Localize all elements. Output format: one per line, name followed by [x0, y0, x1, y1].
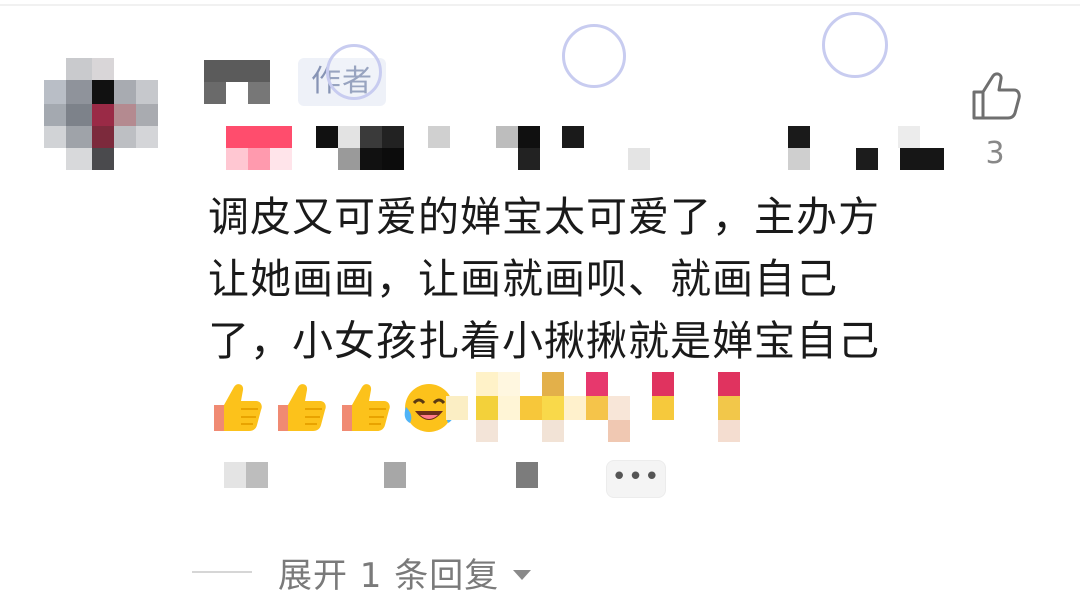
- emoji-row: [208, 378, 464, 438]
- avatar[interactable]: [44, 58, 158, 170]
- comment-body: 调皮又可爱的婵宝太可爱了，主办方 让她画画，让画就画呗、就画自己 了，小女孩扎着…: [208, 193, 880, 365]
- more-button[interactable]: •••: [606, 460, 666, 498]
- like-count: 3: [985, 136, 1005, 171]
- censored-emojis: [446, 372, 756, 444]
- touch-indicator: [326, 44, 382, 100]
- touch-indicator: [562, 24, 626, 88]
- expand-replies-label: 展开 1 条回复: [278, 555, 500, 596]
- divider: [0, 4, 1080, 6]
- touch-indicator: [822, 12, 888, 78]
- like-button[interactable]: 3: [962, 70, 1028, 180]
- comment-meta: [208, 124, 948, 172]
- replies-divider: [192, 571, 252, 573]
- thumbs-up-emoji-icon: [214, 384, 262, 431]
- thumbs-up-emoji-icon: [342, 384, 390, 431]
- comment-footer-meta: [224, 462, 554, 492]
- expand-replies[interactable]: 展开 1 条回复: [192, 546, 532, 598]
- chevron-down-icon: [513, 570, 532, 580]
- thumbs-up-emoji-icon: [278, 384, 326, 431]
- thumbs-up-icon: [972, 72, 1021, 120]
- comment-card: 作者 3 调皮又可爱的婵宝太可爱了，主办方 让她画画，让画就画呗、就画自己 了，…: [0, 0, 1080, 598]
- username[interactable]: [204, 60, 270, 104]
